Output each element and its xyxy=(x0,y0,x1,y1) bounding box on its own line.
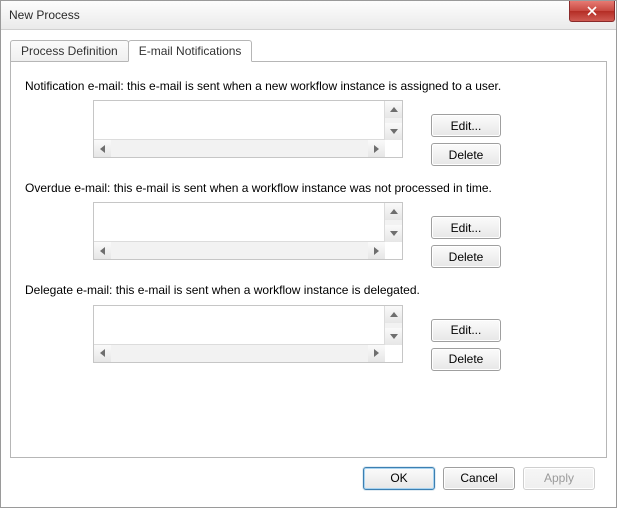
vertical-scrollbar[interactable] xyxy=(384,203,402,242)
overdue-email-buttons: Edit... Delete xyxy=(431,216,501,268)
title-bar: New Process xyxy=(1,1,616,30)
close-icon xyxy=(587,6,597,16)
notification-edit-button[interactable]: Edit... xyxy=(431,114,501,137)
chevron-left-icon xyxy=(100,145,105,153)
chevron-down-icon xyxy=(390,231,398,236)
scroll-down-button[interactable] xyxy=(385,328,402,345)
dialog-window: New Process Process Definition E-mail No… xyxy=(0,0,617,508)
tab-label: Process Definition xyxy=(21,44,118,58)
delegate-edit-button[interactable]: Edit... xyxy=(431,319,501,342)
overdue-delete-button[interactable]: Delete xyxy=(431,245,501,268)
delegate-email-buttons: Edit... Delete xyxy=(431,319,501,371)
chevron-up-icon xyxy=(390,209,398,214)
chevron-left-icon xyxy=(100,247,105,255)
cancel-button[interactable]: Cancel xyxy=(443,467,515,490)
window-title: New Process xyxy=(9,8,80,22)
scroll-right-button[interactable] xyxy=(368,242,385,259)
overdue-email-textbox-frame xyxy=(93,202,403,260)
scroll-up-button[interactable] xyxy=(385,306,402,323)
scroll-down-button[interactable] xyxy=(385,225,402,242)
apply-button[interactable]: Apply xyxy=(523,467,595,490)
vertical-scrollbar[interactable] xyxy=(384,306,402,345)
delegate-email-label: Delegate e-mail: this e-mail is sent whe… xyxy=(25,282,545,298)
horizontal-scrollbar[interactable] xyxy=(94,139,385,157)
chevron-down-icon xyxy=(390,129,398,134)
scroll-right-button[interactable] xyxy=(368,140,385,157)
dialog-button-bar: OK Cancel Apply xyxy=(10,458,607,498)
notification-delete-button[interactable]: Delete xyxy=(431,143,501,166)
overdue-email-row: Edit... Delete xyxy=(25,202,592,268)
chevron-right-icon xyxy=(374,145,379,153)
scroll-left-button[interactable] xyxy=(94,345,111,362)
notification-email-buttons: Edit... Delete xyxy=(431,114,501,166)
notification-email-textbox-frame xyxy=(93,100,403,158)
chevron-up-icon xyxy=(390,107,398,112)
scroll-up-button[interactable] xyxy=(385,101,402,118)
overdue-edit-button[interactable]: Edit... xyxy=(431,216,501,239)
notification-email-label: Notification e-mail: this e-mail is sent… xyxy=(25,78,545,94)
chevron-right-icon xyxy=(374,247,379,255)
overdue-email-label: Overdue e-mail: this e-mail is sent when… xyxy=(25,180,545,196)
tab-page-email-notifications: Notification e-mail: this e-mail is sent… xyxy=(10,61,607,458)
delegate-delete-button[interactable]: Delete xyxy=(431,348,501,371)
scroll-right-button[interactable] xyxy=(368,345,385,362)
tab-process-definition[interactable]: Process Definition xyxy=(10,40,129,61)
chevron-up-icon xyxy=(390,312,398,317)
window-controls xyxy=(569,1,616,29)
chevron-left-icon xyxy=(100,349,105,357)
vertical-scrollbar[interactable] xyxy=(384,101,402,140)
delegate-email-row: Edit... Delete xyxy=(25,305,592,371)
tab-strip: Process Definition E-mail Notifications xyxy=(10,39,607,61)
delegate-email-textbox-frame xyxy=(93,305,403,363)
chevron-down-icon xyxy=(390,334,398,339)
scroll-up-button[interactable] xyxy=(385,203,402,220)
scroll-left-button[interactable] xyxy=(94,140,111,157)
scroll-down-button[interactable] xyxy=(385,123,402,140)
tab-label: E-mail Notifications xyxy=(139,44,242,58)
notification-email-row: Edit... Delete xyxy=(25,100,592,166)
client-area: Process Definition E-mail Notifications … xyxy=(1,30,616,507)
horizontal-scrollbar[interactable] xyxy=(94,344,385,362)
tab-email-notifications[interactable]: E-mail Notifications xyxy=(128,40,253,62)
scroll-left-button[interactable] xyxy=(94,242,111,259)
ok-button[interactable]: OK xyxy=(363,467,435,490)
close-button[interactable] xyxy=(569,1,615,22)
horizontal-scrollbar[interactable] xyxy=(94,241,385,259)
chevron-right-icon xyxy=(374,349,379,357)
tab-host: Process Definition E-mail Notifications … xyxy=(10,39,607,458)
